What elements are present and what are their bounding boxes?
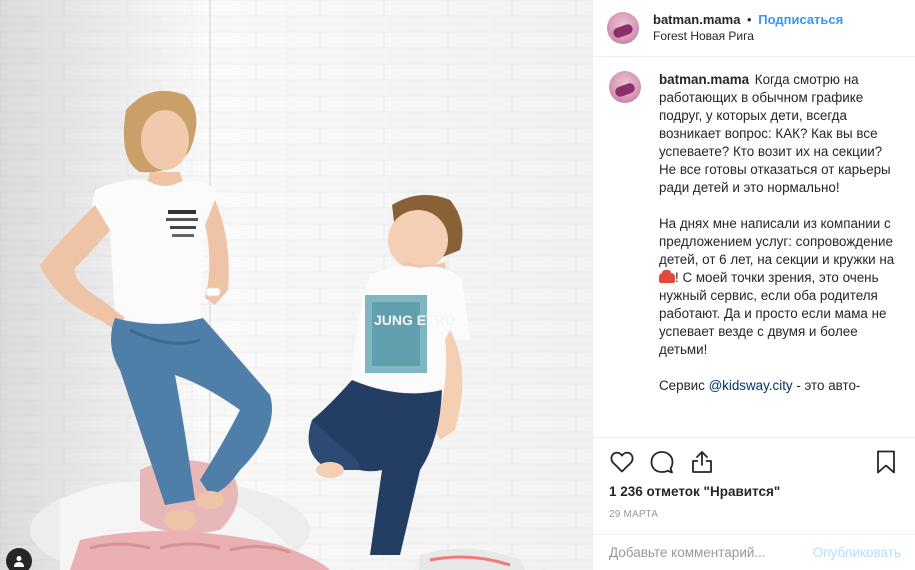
header-text: batman.mama • Подписаться Forest Новая Р… — [653, 12, 843, 43]
post-caption: batman.mama Когда смотрю на работающих в… — [659, 71, 899, 437]
post-side-panel: batman.mama • Подписаться Forest Новая Р… — [592, 0, 915, 570]
post-header: batman.mama • Подписаться Forest Новая Р… — [593, 0, 915, 57]
person-glyph-icon — [14, 556, 24, 567]
car-emoji-icon — [659, 270, 675, 283]
action-bar — [609, 438, 899, 486]
comment-icon[interactable] — [649, 449, 675, 475]
caption-paragraph-3-start: Сервис — [659, 378, 709, 393]
comment-input[interactable] — [609, 545, 813, 560]
caption-paragraph-2-start: На днях мне написали из компании с предл… — [659, 216, 898, 267]
likes-count[interactable]: 1 236 отметок "Нравится" — [609, 484, 899, 499]
post-date[interactable]: 29 марта — [609, 509, 899, 520]
post-location[interactable]: Forest Новая Рига — [653, 29, 843, 44]
photo-illustration: JUNG ETRO — [0, 0, 592, 570]
share-icon[interactable] — [689, 449, 715, 475]
heart-icon[interactable] — [609, 449, 635, 475]
bookmark-icon[interactable] — [873, 449, 899, 475]
caption-author-avatar[interactable] — [609, 71, 641, 103]
caption-paragraph-3-end: - это авто- — [792, 378, 861, 393]
user-tag-icon[interactable] — [6, 548, 32, 570]
caption-username[interactable]: batman.mama — [659, 72, 749, 87]
follow-button[interactable]: Подписаться — [758, 12, 843, 27]
mention-link[interactable]: @kidsway.city — [709, 378, 793, 393]
header-line: batman.mama • Подписаться — [653, 12, 843, 28]
author-username[interactable]: batman.mama — [653, 12, 740, 27]
author-avatar[interactable] — [607, 12, 639, 44]
shirt-print-text: JUNG ETRO — [374, 312, 456, 328]
header-separator: • — [747, 12, 752, 28]
caption-paragraph-2-end: ! С моей точки зрения, это очень нужный … — [659, 270, 891, 357]
post-actions-section: 1 236 отметок "Нравится" 29 марта — [593, 437, 915, 520]
post-photo[interactable]: JUNG ETRO — [0, 0, 592, 570]
caption-paragraph-1: Когда смотрю на работающих в обычном гра… — [659, 72, 895, 195]
publish-button[interactable]: Опубликовать — [813, 545, 901, 560]
comments-area[interactable]: batman.mama Когда смотрю на работающих в… — [593, 57, 915, 437]
add-comment-bar: Опубликовать — [593, 534, 915, 570]
